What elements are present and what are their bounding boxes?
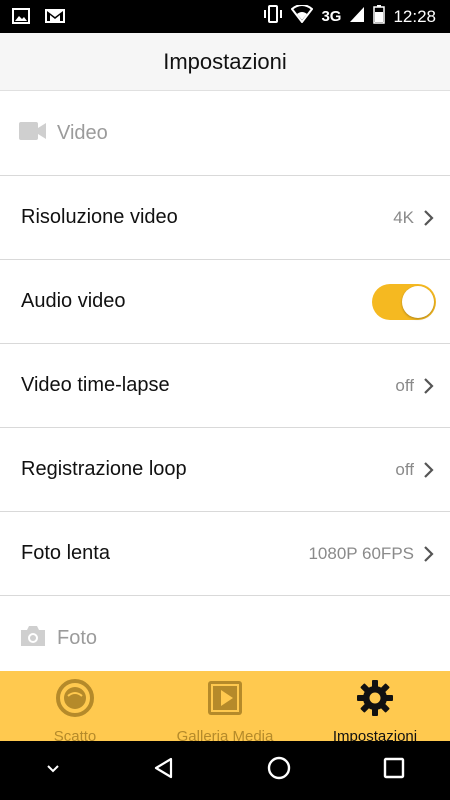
page-title: Impostazioni bbox=[163, 48, 287, 74]
section-label: Video bbox=[57, 122, 108, 144]
tab-galleria-media[interactable]: Galleria Media bbox=[150, 671, 300, 745]
video-camera-icon bbox=[19, 121, 47, 146]
row-foto-lenta[interactable]: Foto lenta 1080P 60FPS bbox=[0, 512, 450, 596]
system-nav-bar bbox=[0, 741, 450, 800]
home-icon[interactable] bbox=[266, 755, 292, 786]
row-value: off bbox=[395, 375, 414, 395]
shutter-icon bbox=[56, 679, 94, 722]
gmail-icon bbox=[44, 7, 66, 30]
section-header-video: Video bbox=[0, 92, 450, 176]
section-label: Foto bbox=[57, 626, 98, 649]
settings-list: Video Risoluzione video 4K Audio video V… bbox=[0, 92, 450, 680]
chevron-right-icon bbox=[422, 376, 436, 396]
photo-camera-icon bbox=[19, 625, 47, 652]
chevron-right-icon bbox=[422, 460, 436, 480]
back-icon[interactable] bbox=[152, 756, 176, 785]
row-label: Registrazione loop bbox=[21, 458, 187, 480]
row-value: 1080P 60FPS bbox=[308, 543, 414, 563]
image-icon bbox=[12, 7, 30, 30]
chevron-right-icon bbox=[422, 544, 436, 564]
row-video-time-lapse[interactable]: Video time-lapse off bbox=[0, 344, 450, 428]
clock: 12:28 bbox=[393, 6, 436, 26]
row-label: Video time-lapse bbox=[21, 374, 170, 396]
row-label: Audio video bbox=[21, 290, 126, 312]
row-risoluzione-video[interactable]: Risoluzione video 4K bbox=[0, 176, 450, 260]
app-header: Impostazioni bbox=[0, 33, 450, 91]
battery-icon bbox=[373, 4, 386, 29]
chevron-down-icon[interactable] bbox=[45, 762, 61, 780]
row-label: Risoluzione video bbox=[21, 206, 178, 228]
section-header-foto: Foto bbox=[0, 596, 450, 680]
network-type: 3G bbox=[321, 8, 342, 25]
signal-icon bbox=[349, 5, 365, 28]
chevron-right-icon bbox=[422, 208, 436, 228]
gallery-play-icon bbox=[206, 679, 244, 722]
row-audio-video: Audio video bbox=[0, 260, 450, 344]
tab-scatto[interactable]: Scatto bbox=[0, 671, 150, 745]
row-value: 4K bbox=[393, 207, 414, 227]
gear-icon bbox=[356, 679, 394, 722]
row-label: Foto lenta bbox=[21, 542, 110, 564]
bottom-tab-bar: Scatto Galleria Media Impostazioni bbox=[0, 671, 450, 745]
status-bar: 3G 12:28 bbox=[0, 0, 450, 33]
audio-video-toggle[interactable] bbox=[372, 283, 436, 320]
vibrate-icon bbox=[263, 4, 283, 29]
toggle-knob bbox=[402, 285, 434, 318]
wifi-icon bbox=[291, 4, 314, 28]
row-value: off bbox=[395, 459, 414, 479]
recents-icon[interactable] bbox=[383, 757, 405, 784]
row-registrazione-loop[interactable]: Registrazione loop off bbox=[0, 428, 450, 512]
tab-impostazioni[interactable]: Impostazioni bbox=[300, 671, 450, 745]
